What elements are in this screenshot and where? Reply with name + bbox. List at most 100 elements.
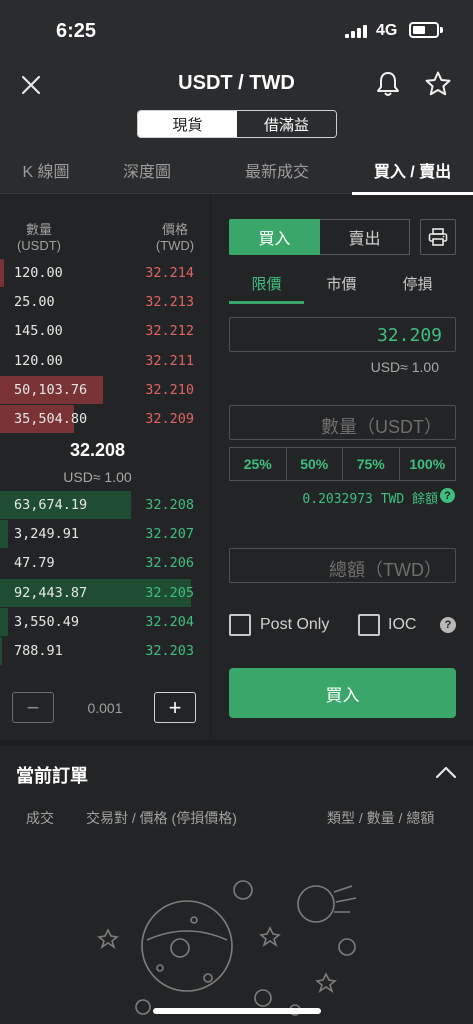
bid-qty: 63,674.19 [14,497,88,513]
network-label: 4G [376,22,398,39]
star-icon[interactable] [424,70,452,98]
page-title: USDT / TWD [178,72,295,94]
ask-qty: 120.00 [14,265,63,281]
status-time: 6:25 [56,20,97,42]
bid-qty: 788.91 [14,643,63,659]
segment-spot[interactable]: 現貨 [138,111,237,137]
open-orders-title: 當前訂單 [16,766,88,786]
price-header-unit: (TWD) [155,238,195,253]
ioc-checkbox[interactable] [358,614,380,636]
post-only-checkbox[interactable] [229,614,251,636]
segment-margin[interactable]: 借滿益 [237,111,336,137]
ask-qty: 145.00 [14,323,63,340]
percent-100-button[interactable]: 100% [400,448,456,480]
column-pair-price: 交易對 / 價格 (停損價格) [86,810,237,826]
ask-price: 32.211 [145,352,194,369]
bid-depth-bar [0,520,8,549]
column-type-qty-total: 類型 / 數量 / 總額 [327,810,435,826]
bid-row[interactable]: 63,674.19 32.208 [0,491,200,519]
battery-cap [440,27,443,33]
quantity-placeholder: 數量（USDT） [321,417,442,437]
ask-row[interactable]: 120.00 32.214 [0,259,200,287]
ask-qty: 50,103.76 [14,381,88,398]
ioc-label[interactable]: IOC [388,616,416,634]
chevron-up-icon[interactable] [434,762,458,782]
bid-qty: 3,249.91 [14,526,80,543]
order-type-market[interactable]: 市價 [304,273,379,293]
bell-icon[interactable] [375,70,401,98]
price-usd-equivalent: USD≈ 1.00 [370,359,439,375]
bid-price: 32.203 [145,643,194,659]
ask-qty: 120.00 [14,352,63,369]
available-balance: 0.2032973 TWD 餘額 [302,492,438,507]
ask-qty: 35,504.80 [14,411,88,427]
bid-row[interactable]: 92,443.87 32.205 [0,578,200,607]
price-input-value: 32.209 [376,325,442,346]
buy-side-tab[interactable]: 買入 [229,219,320,255]
percent-50-button[interactable]: 50% [287,448,343,480]
bid-depth-bar [0,607,8,636]
ask-row[interactable]: 120.00 32.211 [0,347,200,375]
ask-price: 32.212 [145,323,194,340]
bid-row[interactable]: 3,550.49 32.204 [0,607,200,636]
price-column-header: 價格 (TWD) [148,222,202,254]
tab-bar: K 線圖 深度圖 最新成交 買入 / 賣出 [0,146,473,195]
percent-75-button[interactable]: 75% [343,448,400,480]
qty-column-header: 數量 (USDT) [12,222,66,254]
ask-price: 32.210 [145,381,194,398]
ask-depth-bar [0,259,4,287]
ask-qty: 25.00 [14,294,55,311]
bid-price: 32.204 [145,613,194,630]
tab-latest-trades[interactable]: 最新成交 [202,146,352,194]
panel-divider [210,194,211,740]
ask-row[interactable]: 50,103.76 32.210 [0,375,200,404]
bid-price: 32.206 [145,555,194,572]
signal-icon [345,24,369,38]
market-segment-switch: 現貨 借滿益 [137,110,337,138]
bid-qty: 47.79 [14,555,55,572]
tab-depth[interactable]: 深度圖 [92,146,202,194]
bid-row[interactable]: 47.79 32.206 [0,549,200,577]
precision-value: 0.001 [87,700,123,716]
ask-row[interactable]: 145.00 32.212 [0,317,200,345]
bid-qty: 92,443.87 [14,584,88,601]
bid-price: 32.208 [145,497,194,513]
percent-selector: 25% 50% 75% 100% [229,447,456,481]
bid-price: 32.207 [145,526,194,543]
battery-icon [409,22,439,38]
column-fill: 成交 [26,810,54,826]
bid-price: 32.205 [145,584,194,601]
last-price: 32.208 [69,440,126,460]
order-type-stop[interactable]: 停損 [379,273,456,293]
printer-icon[interactable] [420,219,456,255]
ask-price: 32.214 [145,265,194,281]
post-only-label[interactable]: Post Only [260,616,329,634]
ask-price: 32.209 [145,411,194,427]
tab-kline[interactable]: K 線圖 [0,146,92,194]
total-placeholder: 總額（TWD） [329,560,442,580]
last-price-usd: USD≈ 1.00 [63,469,132,485]
bid-row[interactable]: 3,249.91 32.207 [0,520,200,549]
ask-row[interactable]: 35,504.80 32.209 [0,405,200,433]
percent-25-button[interactable]: 25% [230,448,287,480]
qty-header-label: 數量 [25,222,52,237]
submit-buy-button[interactable]: 買入 [229,668,456,718]
price-header-label: 價格 [161,222,188,237]
bid-depth-bar [0,637,2,665]
order-type-indicator [229,301,304,304]
qty-header-unit: (USDT) [16,238,62,253]
ask-row[interactable]: 25.00 32.213 [0,288,200,316]
ask-price: 32.213 [145,294,194,311]
home-indicator [153,1008,321,1014]
bid-row[interactable]: 788.91 32.203 [0,637,200,665]
precision-increase-button[interactable]: + [154,692,196,723]
section-divider [0,740,473,746]
sell-side-tab[interactable]: 賣出 [320,219,410,255]
tab-buy-sell[interactable]: 買入 / 賣出 [352,146,473,195]
bid-qty: 3,550.49 [14,613,80,630]
order-type-limit[interactable]: 限價 [229,273,304,293]
help-icon[interactable]: ? [440,488,455,503]
precision-decrease-button[interactable]: − [12,692,54,723]
empty-state-illustration [90,870,390,1024]
help-icon[interactable]: ? [440,617,456,633]
